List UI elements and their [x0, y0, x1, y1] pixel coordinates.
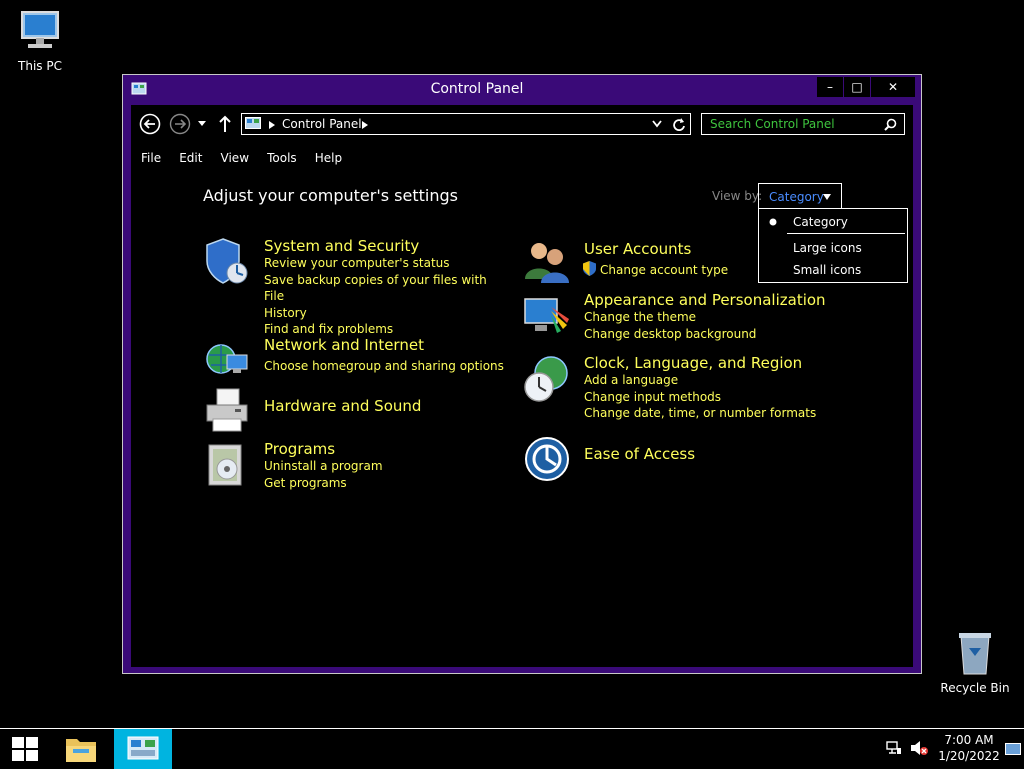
show-desktop-icon[interactable]	[1005, 743, 1021, 755]
back-icon[interactable]	[139, 113, 161, 135]
selected-radio-dot-icon	[769, 218, 777, 226]
refresh-icon[interactable]	[672, 117, 686, 131]
recycle-bin-icon	[959, 633, 991, 675]
volume-muted-icon[interactable]	[910, 740, 928, 756]
category-programs: Programs Uninstall a program Get program…	[264, 440, 504, 491]
programs-link[interactable]: Programs	[264, 440, 504, 458]
change-input-methods-link[interactable]: Change input methods	[584, 389, 844, 406]
clock-date: 1/20/2022	[938, 749, 1000, 763]
computer-icon	[21, 11, 59, 48]
change-theme-link[interactable]: Change the theme	[584, 309, 844, 326]
view-by-option-category[interactable]: Category	[793, 215, 848, 229]
search-placeholder: Search Control Panel	[710, 117, 835, 131]
control-panel-window: Control Panel – □ ✕ Control Panel Search…	[122, 74, 922, 674]
address-dropdown-icon[interactable]	[652, 120, 662, 128]
menu-file[interactable]: File	[141, 151, 161, 165]
shield-icon	[206, 238, 248, 284]
ease-of-access-icon	[525, 437, 569, 481]
search-icon[interactable]	[884, 118, 897, 131]
category-hardware-and-sound: Hardware and Sound	[264, 397, 504, 415]
network-tray-icon[interactable]	[886, 740, 902, 756]
maximize-button[interactable]: □	[844, 77, 870, 97]
address-control-panel-icon	[245, 117, 261, 129]
taskbar: 7:00 AM 1/20/2022	[0, 728, 1024, 769]
clock-language-region-link[interactable]: Clock, Language, and Region	[584, 354, 844, 372]
breadcrumb-separator-icon	[269, 121, 275, 129]
get-programs-link[interactable]: Get programs	[264, 475, 504, 492]
taskbar-file-explorer[interactable]	[56, 729, 106, 769]
control-panel-taskbar-icon	[127, 736, 159, 760]
category-ease-of-access: Ease of Access	[584, 445, 824, 463]
menu-tools[interactable]: Tools	[267, 151, 297, 165]
hardware-and-sound-link[interactable]: Hardware and Sound	[264, 397, 504, 415]
uac-shield-icon	[583, 261, 596, 276]
view-by-dropdown[interactable]: Category	[758, 183, 842, 209]
category-system-and-security: System and Security Review your computer…	[264, 237, 504, 338]
taskbar-control-panel[interactable]	[114, 729, 172, 769]
ease-of-access-link[interactable]: Ease of Access	[584, 445, 824, 463]
uninstall-program-link[interactable]: Uninstall a program	[264, 458, 504, 475]
page-title: Adjust your computer's settings	[203, 186, 458, 205]
file-history-link[interactable]: Save backup copies of your files with Fi…	[264, 272, 504, 305]
appearance-monitor-icon	[524, 298, 569, 333]
homegroup-sharing-link[interactable]: Choose homegroup and sharing options	[264, 358, 504, 375]
breadcrumb-control-panel[interactable]: Control Panel	[282, 117, 362, 131]
category-network-and-internet: Network and Internet Choose homegroup an…	[264, 336, 504, 375]
review-status-link[interactable]: Review your computer's status	[264, 255, 504, 272]
user-accounts-link[interactable]: User Accounts	[584, 240, 824, 258]
recent-locations-chevron-icon[interactable]	[197, 120, 207, 128]
change-date-time-formats-link[interactable]: Change date, time, or number formats	[584, 405, 844, 422]
minimize-button[interactable]: –	[817, 77, 843, 97]
menu-help[interactable]: Help	[315, 151, 342, 165]
close-button[interactable]: ✕	[871, 77, 915, 97]
forward-icon[interactable]	[169, 113, 191, 135]
clock-globe-icon	[524, 356, 568, 402]
menu-edit[interactable]: Edit	[179, 151, 202, 165]
breadcrumb-chevron-icon[interactable]	[362, 121, 368, 129]
change-account-type-link[interactable]: Change account type	[600, 262, 824, 279]
desktop-icon-recycle-bin[interactable]: Recycle Bin	[935, 630, 1015, 695]
chevron-down-icon	[823, 194, 831, 200]
change-desktop-background-link[interactable]: Change desktop background	[584, 326, 844, 343]
clock-time: 7:00 AM	[944, 733, 994, 747]
up-arrow-icon[interactable]	[217, 115, 233, 133]
windows-logo-icon	[12, 737, 38, 761]
printer-icon	[206, 388, 248, 432]
search-box[interactable]: Search Control Panel	[701, 113, 905, 135]
start-button[interactable]	[0, 729, 50, 769]
desktop-icon-this-pc[interactable]: This PC	[0, 8, 80, 73]
window-title: Control Panel	[430, 81, 524, 97]
appearance-personalization-link[interactable]: Appearance and Personalization	[584, 291, 844, 309]
category-user-accounts: User Accounts Change account type	[583, 240, 824, 279]
title-bar[interactable]: Control Panel – □ ✕	[123, 75, 921, 105]
menu-view[interactable]: View	[221, 151, 249, 165]
window-content: Control Panel Search Control Panel File …	[131, 105, 913, 667]
this-pc-label: This PC	[18, 59, 62, 73]
recycle-bin-label: Recycle Bin	[940, 681, 1010, 695]
category-clock-language-region: Clock, Language, and Region Add a langua…	[584, 354, 844, 422]
menu-bar: File Edit View Tools Help	[141, 147, 355, 165]
address-bar[interactable]: Control Panel	[241, 113, 691, 135]
menu-divider	[787, 233, 905, 234]
programs-disc-icon	[208, 444, 242, 486]
network-and-internet-link[interactable]: Network and Internet	[264, 336, 504, 354]
system-and-security-link[interactable]: System and Security	[264, 237, 504, 255]
add-language-link[interactable]: Add a language	[584, 372, 844, 389]
network-globe-icon	[206, 344, 248, 374]
category-appearance-and-personalization: Appearance and Personalization Change th…	[584, 291, 844, 342]
view-by-selected: Category	[769, 190, 824, 204]
file-history-link-cont[interactable]: History	[264, 305, 504, 322]
system-clock[interactable]: 7:00 AM 1/20/2022	[938, 732, 1000, 764]
view-by-label: View by:	[712, 189, 763, 203]
folder-icon	[66, 739, 96, 762]
users-icon	[525, 243, 569, 283]
